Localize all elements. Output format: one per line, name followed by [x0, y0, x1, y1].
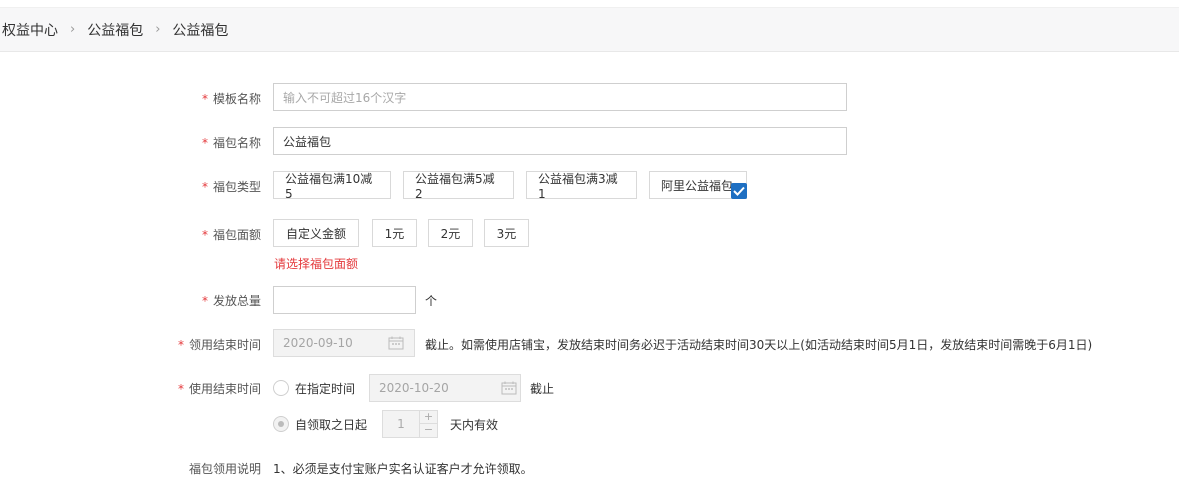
breadcrumb-item-3: 公益福包	[172, 22, 229, 39]
minus-icon[interactable]: −	[420, 424, 438, 438]
use-end-suffix: 截止	[530, 382, 555, 396]
days-stepper[interactable]: 1 + −	[382, 410, 438, 438]
chevron-right-icon: ›	[70, 22, 76, 37]
bag-amount-label: * 福包面额	[201, 228, 261, 242]
bag-name-label: * 福包名称	[201, 136, 261, 150]
breadcrumb-item-2[interactable]: 公益福包	[87, 20, 143, 40]
use-end-label: * 使用结束时间	[177, 382, 261, 396]
claim-end-note: 截止。如需使用店铺宝，发放结束时间务必迟于活动结束时间30天以上(如活动结束时间…	[425, 338, 1093, 352]
total-unit: 个	[425, 294, 438, 308]
total-label: * 发放总量	[201, 294, 261, 308]
amount-option-1[interactable]: 1元	[372, 219, 417, 247]
checkmark-icon	[731, 183, 747, 199]
amount-option-custom[interactable]: 自定义金额	[273, 219, 359, 247]
breadcrumb-item-1[interactable]: 权益中心	[2, 20, 58, 40]
radio-specified-time[interactable]	[273, 380, 289, 396]
use-end-date-input[interactable]: 2020-10-20	[369, 374, 521, 402]
bag-type-option-3[interactable]: 公益福包满3减1	[526, 171, 637, 201]
instructions-label: 福包领用说明	[188, 462, 261, 476]
top-bar	[0, 0, 1179, 8]
amount-option-2[interactable]: 2元	[428, 219, 473, 247]
total-input[interactable]	[273, 286, 416, 314]
bag-type-label: * 福包类型	[201, 180, 261, 194]
amount-option-3[interactable]: 3元	[484, 219, 529, 247]
template-name-input[interactable]: 输入不可超过16个汉字	[273, 83, 847, 111]
days-suffix: 天内有效	[450, 418, 499, 432]
days-value[interactable]: 1	[382, 410, 420, 438]
template-name-label: * 模板名称	[201, 92, 261, 106]
bag-type-option-1[interactable]: 公益福包满10减5	[273, 171, 391, 201]
option-from-claim-date-label: 自领取之日起	[295, 418, 368, 432]
breadcrumb: 权益中心 › 公益福包 › 公益福包	[0, 8, 1179, 52]
amount-error-message: 请选择福包面额	[274, 257, 359, 271]
claim-end-label: * 领用结束时间	[177, 338, 261, 352]
chevron-right-icon: ›	[155, 22, 161, 37]
calendar-icon[interactable]	[501, 381, 517, 395]
plus-icon[interactable]: +	[420, 410, 438, 424]
bag-type-option-2[interactable]: 公益福包满5减2	[403, 171, 514, 201]
option-specified-time-label: 在指定时间	[295, 382, 356, 396]
bag-name-input[interactable]: 公益福包	[273, 127, 847, 155]
instructions-text: 1、必须是支付宝账户实名认证客户才允许领取。	[273, 462, 533, 476]
calendar-icon[interactable]	[388, 336, 404, 350]
radio-from-claim-date[interactable]	[273, 416, 289, 432]
